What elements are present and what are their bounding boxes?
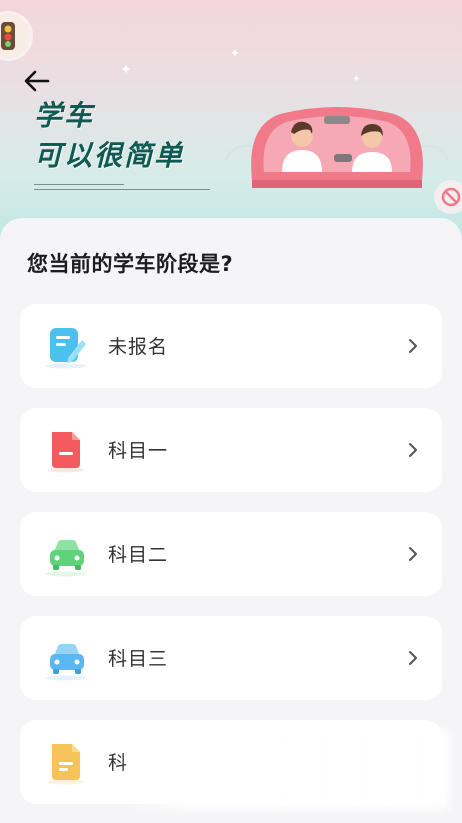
stage-option-not-registered[interactable]: 未报名 bbox=[20, 304, 442, 388]
stage-option-subject-one[interactable]: 科目一 bbox=[20, 408, 442, 492]
sparkle-icon: ✦ bbox=[230, 46, 241, 60]
chevron-right-icon bbox=[409, 547, 417, 561]
slogan-underline bbox=[34, 180, 210, 190]
blur-overlay bbox=[120, 730, 450, 810]
traffic-light-icon bbox=[0, 14, 30, 58]
back-button[interactable] bbox=[20, 64, 54, 98]
car-illustration bbox=[225, 107, 449, 188]
document-icon bbox=[48, 744, 84, 785]
stage-label: 科目一 bbox=[108, 440, 169, 462]
chevron-right-icon bbox=[409, 339, 417, 353]
notebook-pen-icon bbox=[46, 328, 86, 369]
chevron-right-icon bbox=[409, 651, 417, 665]
stage-label: 科目二 bbox=[108, 544, 169, 566]
stage-label: 未报名 bbox=[108, 336, 169, 358]
slogan-line-1: 学车 bbox=[34, 99, 95, 132]
stage-label: 科目三 bbox=[108, 648, 169, 670]
stage-option-subject-two[interactable]: 科目二 bbox=[20, 512, 442, 596]
hero-banner: ✦ ✦ ✦ 学车 可以很简单 bbox=[0, 0, 462, 250]
stage-option-subject-three[interactable]: 科目三 bbox=[20, 616, 442, 700]
car-icon bbox=[46, 644, 86, 681]
page-question: 您当前的学车阶段是? bbox=[27, 252, 234, 276]
arrow-left-icon bbox=[24, 70, 50, 92]
no-entry-icon bbox=[434, 180, 462, 214]
document-icon bbox=[48, 432, 84, 473]
sparkle-icon: ✦ bbox=[120, 62, 132, 78]
chevron-right-icon bbox=[409, 443, 417, 457]
slogan-line-2: 可以很简单 bbox=[34, 139, 185, 172]
slogan: 学车 可以很简单 bbox=[34, 96, 184, 176]
car-icon bbox=[46, 540, 86, 577]
sparkle-icon: ✦ bbox=[352, 74, 361, 85]
